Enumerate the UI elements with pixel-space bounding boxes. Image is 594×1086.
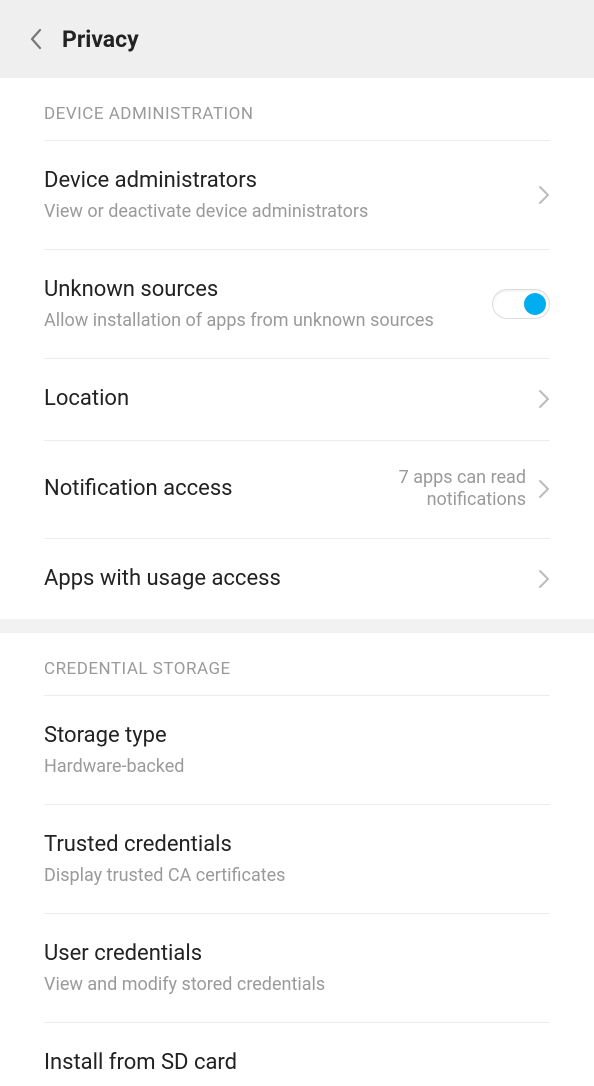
row-title: Apps with usage access — [44, 565, 526, 594]
section-header-credential-storage: CREDENTIAL STORAGE — [0, 633, 594, 695]
section-device-administration: DEVICE ADMINISTRATION Device administrat… — [0, 78, 594, 619]
row-subtitle: View or deactivate device administrators — [44, 200, 526, 223]
row-apps-usage-access[interactable]: Apps with usage access — [0, 539, 594, 620]
row-status: 7 apps can read notifications — [346, 467, 526, 512]
row-title: Trusted credentials — [44, 831, 550, 860]
row-body: Location — [44, 385, 526, 414]
row-title: Storage type — [44, 722, 550, 751]
chevron-right-icon — [538, 185, 550, 205]
row-location[interactable]: Location — [0, 359, 594, 440]
row-title: Notification access — [44, 475, 334, 504]
row-title: Install from SD card — [44, 1049, 550, 1078]
row-unknown-sources[interactable]: Unknown sources Allow installation of ap… — [0, 250, 594, 358]
row-title: Unknown sources — [44, 276, 480, 305]
row-title: Device administrators — [44, 167, 526, 196]
row-notification-access[interactable]: Notification access 7 apps can read noti… — [0, 441, 594, 538]
row-device-administrators[interactable]: Device administrators View or deactivate… — [0, 141, 594, 249]
page-title: Privacy — [62, 26, 139, 53]
row-body: Storage type Hardware-backed — [44, 722, 550, 778]
chevron-right-icon — [538, 479, 550, 499]
header: Privacy — [0, 0, 594, 78]
section-gap — [0, 619, 594, 633]
toggle-knob — [524, 293, 546, 315]
back-button[interactable] — [20, 23, 52, 55]
row-body: Unknown sources Allow installation of ap… — [44, 276, 480, 332]
toggle-unknown-sources[interactable] — [492, 289, 550, 319]
row-install-from-sd[interactable]: Install from SD card — [0, 1023, 594, 1086]
row-body: Apps with usage access — [44, 565, 526, 594]
row-subtitle: View and modify stored credentials — [44, 973, 550, 996]
row-title: Location — [44, 385, 526, 414]
row-title: User credentials — [44, 940, 550, 969]
row-body: Notification access — [44, 475, 334, 504]
row-body: Install from SD card — [44, 1049, 550, 1078]
chevron-left-icon — [29, 28, 43, 50]
row-body: Device administrators View or deactivate… — [44, 167, 526, 223]
row-storage-type[interactable]: Storage type Hardware-backed — [0, 696, 594, 804]
row-user-credentials[interactable]: User credentials View and modify stored … — [0, 914, 594, 1022]
chevron-right-icon — [538, 569, 550, 589]
row-body: Trusted credentials Display trusted CA c… — [44, 831, 550, 887]
chevron-right-icon — [538, 389, 550, 409]
section-credential-storage: CREDENTIAL STORAGE Storage type Hardware… — [0, 633, 594, 1086]
section-header-device-admin: DEVICE ADMINISTRATION — [0, 78, 594, 140]
row-subtitle: Display trusted CA certificates — [44, 864, 550, 887]
row-trusted-credentials[interactable]: Trusted credentials Display trusted CA c… — [0, 805, 594, 913]
row-subtitle: Hardware-backed — [44, 755, 550, 778]
row-subtitle: Allow installation of apps from unknown … — [44, 309, 480, 332]
row-body: User credentials View and modify stored … — [44, 940, 550, 996]
